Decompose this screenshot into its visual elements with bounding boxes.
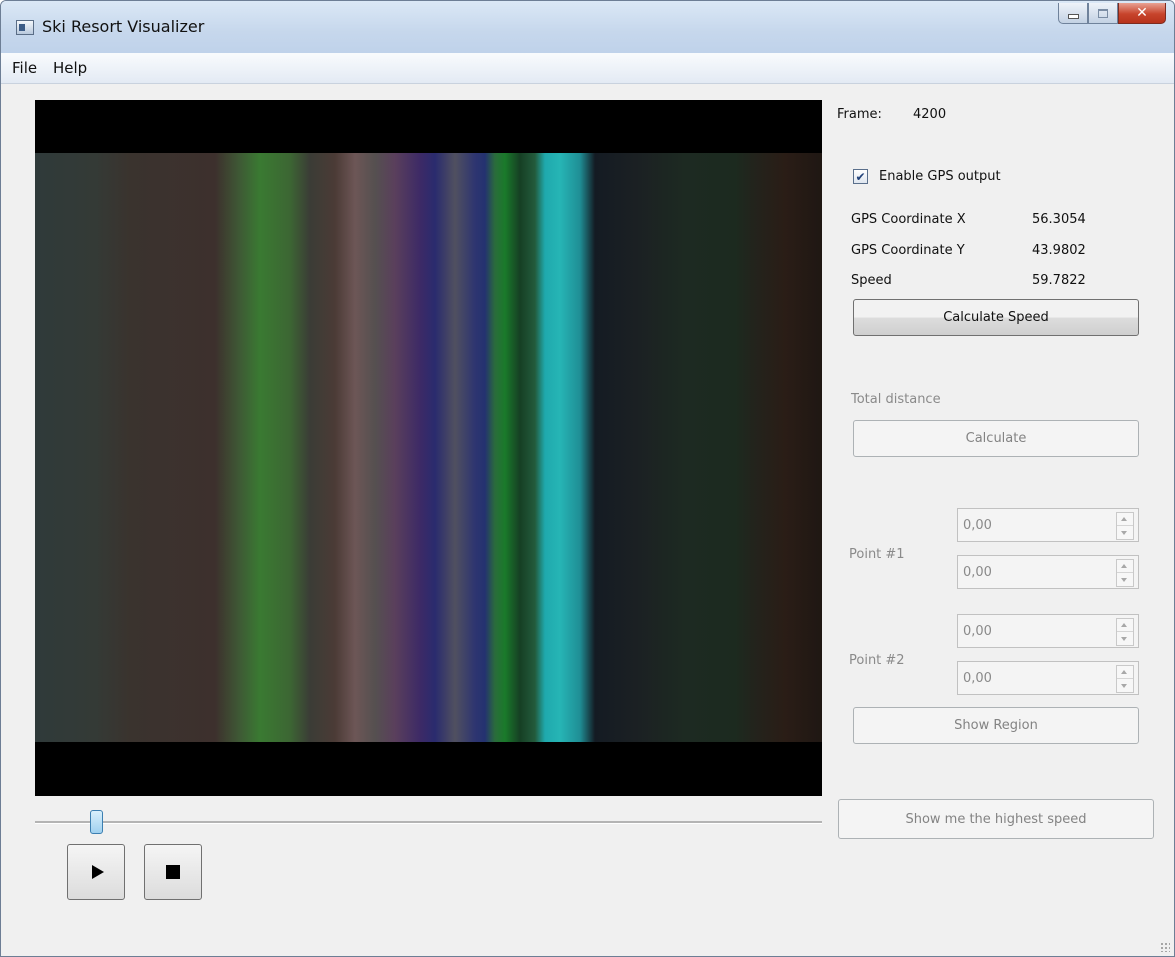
play-icon [91, 865, 104, 879]
window-title: Ski Resort Visualizer [42, 17, 205, 36]
gps-output-checkbox[interactable]: ✔ [853, 169, 868, 184]
resize-grip[interactable] [1160, 942, 1170, 952]
check-icon: ✔ [855, 169, 866, 184]
arrow-down-icon[interactable] [1121, 578, 1127, 582]
app-window: Ski Resort Visualizer ✕ File Help Frame:… [0, 0, 1175, 957]
point2-b-spinbox[interactable]: 0,00 [957, 661, 1139, 695]
point2-a-stepper[interactable] [1116, 618, 1134, 646]
close-icon: ✕ [1136, 5, 1148, 21]
title-bar[interactable]: Ski Resort Visualizer ✕ [1, 1, 1174, 53]
point1-a-spinbox[interactable]: 0,00 [957, 508, 1139, 542]
show-region-button[interactable]: Show Region [853, 707, 1139, 744]
frame-value: 4200 [913, 107, 947, 122]
point1-label: Point #1 [849, 547, 905, 562]
stop-button[interactable] [144, 844, 202, 900]
minimize-icon [1067, 13, 1079, 19]
gps-x-value: 56.3054 [1032, 212, 1086, 227]
calculate-speed-button[interactable]: Calculate Speed [853, 299, 1139, 336]
seek-slider-handle[interactable] [90, 810, 103, 834]
frame-label: Frame: [837, 107, 882, 122]
gps-output-label[interactable]: Enable GPS output [879, 169, 1001, 184]
arrow-down-icon[interactable] [1121, 684, 1127, 688]
video-frame-image [35, 153, 822, 742]
point1-a-stepper[interactable] [1116, 512, 1134, 540]
total-distance-label: Total distance [851, 392, 941, 407]
point2-b-value: 0,00 [963, 671, 992, 686]
calculate-distance-button[interactable]: Calculate [853, 420, 1139, 457]
arrow-up-icon[interactable] [1121, 670, 1127, 674]
menu-file[interactable]: File [12, 59, 37, 77]
gps-y-value: 43.9802 [1032, 243, 1086, 258]
arrow-down-icon[interactable] [1121, 637, 1127, 641]
point2-a-spinbox[interactable]: 0,00 [957, 614, 1139, 648]
point2-b-stepper[interactable] [1116, 665, 1134, 693]
video-display [35, 100, 822, 796]
stepper-divider [1117, 525, 1133, 526]
arrow-up-icon[interactable] [1121, 623, 1127, 627]
stop-icon [166, 865, 180, 879]
menu-bar: File Help [1, 53, 1174, 84]
maximize-button[interactable] [1088, 3, 1118, 24]
menu-help[interactable]: Help [53, 59, 87, 77]
point1-b-value: 0,00 [963, 565, 992, 580]
point1-a-value: 0,00 [963, 518, 992, 533]
gps-y-label: GPS Coordinate Y [851, 243, 965, 258]
close-button[interactable]: ✕ [1118, 3, 1166, 24]
speed-label: Speed [851, 273, 892, 288]
stepper-divider [1117, 572, 1133, 573]
highest-speed-button[interactable]: Show me the highest speed [838, 799, 1154, 839]
minimize-button[interactable] [1058, 3, 1088, 24]
maximize-icon [1098, 8, 1108, 18]
point1-b-stepper[interactable] [1116, 559, 1134, 587]
play-button[interactable] [67, 844, 125, 900]
point1-b-spinbox[interactable]: 0,00 [957, 555, 1139, 589]
point2-label: Point #2 [849, 653, 905, 668]
stepper-divider [1117, 678, 1133, 679]
speed-value: 59.7822 [1032, 273, 1086, 288]
stepper-divider [1117, 631, 1133, 632]
arrow-up-icon[interactable] [1121, 517, 1127, 521]
arrow-up-icon[interactable] [1121, 564, 1127, 568]
window-controls: ✕ [1058, 3, 1166, 24]
arrow-down-icon[interactable] [1121, 531, 1127, 535]
seek-slider-track[interactable] [35, 821, 822, 824]
point2-a-value: 0,00 [963, 624, 992, 639]
app-icon [16, 20, 34, 35]
gps-x-label: GPS Coordinate X [851, 212, 966, 227]
